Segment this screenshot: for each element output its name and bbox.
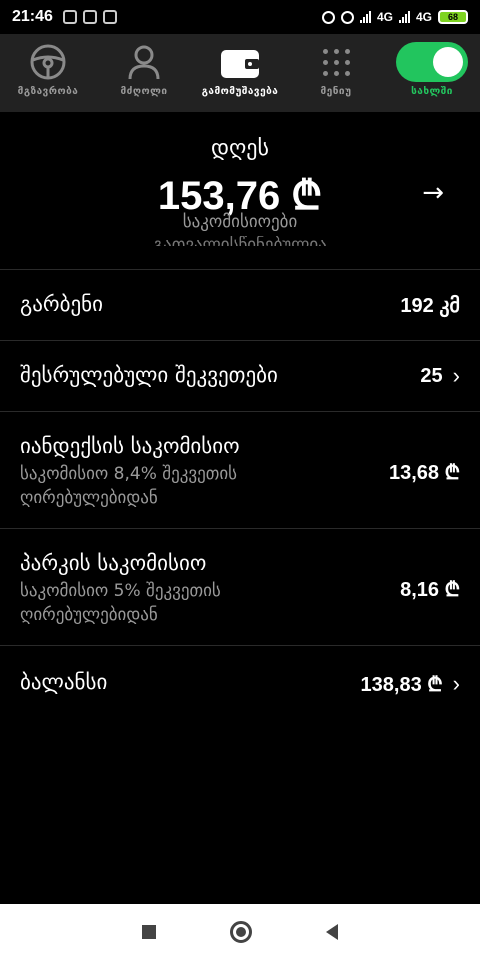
nav-item-menu[interactable]: მენიუ xyxy=(288,34,384,112)
nav-label: მძღოლი xyxy=(120,86,168,97)
status-bar: 21:46 4G 4G 68 xyxy=(0,0,480,34)
row-title: პარკის საკომისიო xyxy=(20,551,207,575)
status-right: 4G 4G 68 xyxy=(321,10,468,24)
row-value: 192 კმ xyxy=(400,295,460,317)
nav-label: მგზავრობა xyxy=(17,86,79,97)
nav-item-home[interactable]: სახლში xyxy=(384,34,480,112)
arrow-right-icon[interactable]: → xyxy=(422,178,444,208)
row-balance[interactable]: ბალანსი 138,83 ₾ › xyxy=(0,646,480,722)
steering-wheel-icon xyxy=(30,44,66,80)
summary-label: დღეს xyxy=(211,136,269,161)
row-completed-orders[interactable]: შესრულებული შეკვეთები 25 › xyxy=(0,341,480,411)
status-time: 21:46 xyxy=(12,8,53,25)
notification-icon xyxy=(82,10,97,24)
row-subtitle: საკომისიო 8,4% შეკვეთის ღირებულებიდან xyxy=(20,464,238,508)
network-type: 4G xyxy=(376,10,393,24)
row-value: 8,16 ₾ xyxy=(400,579,460,601)
summary-subtitle: საკომისიოები xyxy=(182,212,298,232)
row-title: შესრულებული შეკვეთები xyxy=(20,363,278,387)
battery-icon: 68 xyxy=(438,10,468,24)
row-title: გარბენი xyxy=(20,292,103,316)
back-button[interactable] xyxy=(326,924,338,940)
row-value: 13,68 ₾ xyxy=(388,462,460,484)
chevron-right-icon: › xyxy=(452,363,460,388)
person-icon xyxy=(128,45,160,80)
notification-icon xyxy=(62,10,77,24)
row-value: 25 › xyxy=(420,363,460,388)
row-value: 138,83 ₾ › xyxy=(360,670,460,697)
today-summary[interactable]: დღეს 153,76 ₾ საკომისიოები გათვალისწინებ… xyxy=(0,112,480,270)
wallet-icon xyxy=(221,50,259,78)
nav-label: სახლში xyxy=(411,86,453,97)
chevron-right-icon: › xyxy=(452,670,460,696)
row-park-commission: პარკის საკომისიო საკომისიო 5% შეკვეთის ღ… xyxy=(0,529,480,645)
signal-icon xyxy=(398,11,410,23)
notification-icons xyxy=(62,10,117,24)
notification-icon xyxy=(102,10,117,24)
top-nav: მგზავრობა მძღოლი გამომუშავება მენიუ სახლ… xyxy=(0,34,480,112)
nav-item-driver[interactable]: მძღოლი xyxy=(96,34,192,112)
nav-label: მენიუ xyxy=(320,86,352,97)
row-yandex-commission: იანდექსის საკომისიო საკომისიო 8,4% შეკვე… xyxy=(0,412,480,528)
row-title: ბალანსი xyxy=(20,670,108,694)
system-nav-bar xyxy=(0,904,480,960)
hotspot-icon xyxy=(321,10,335,24)
signal-icon xyxy=(359,11,371,23)
row-mileage: გარბენი 192 კმ xyxy=(0,270,480,340)
nav-item-trips[interactable]: მგზავრობა xyxy=(0,34,96,112)
row-subtitle: საკომისიო 5% შეკვეთის ღირებულებიდან xyxy=(20,581,221,625)
network-type: 4G xyxy=(415,10,432,24)
home-button[interactable] xyxy=(230,921,252,943)
row-title: იანდექსის საკომისიო xyxy=(20,434,240,458)
recents-button[interactable] xyxy=(142,925,156,939)
toggle-knob xyxy=(433,47,463,77)
summary-subtitle-2: გათვალისწინებულია xyxy=(153,236,327,246)
nav-label: გამომუშავება xyxy=(201,86,279,97)
nav-item-earnings[interactable]: გამომუშავება xyxy=(192,34,288,112)
alarm-icon xyxy=(340,10,354,24)
home-toggle[interactable] xyxy=(396,42,468,82)
grid-dots-icon xyxy=(322,48,350,76)
